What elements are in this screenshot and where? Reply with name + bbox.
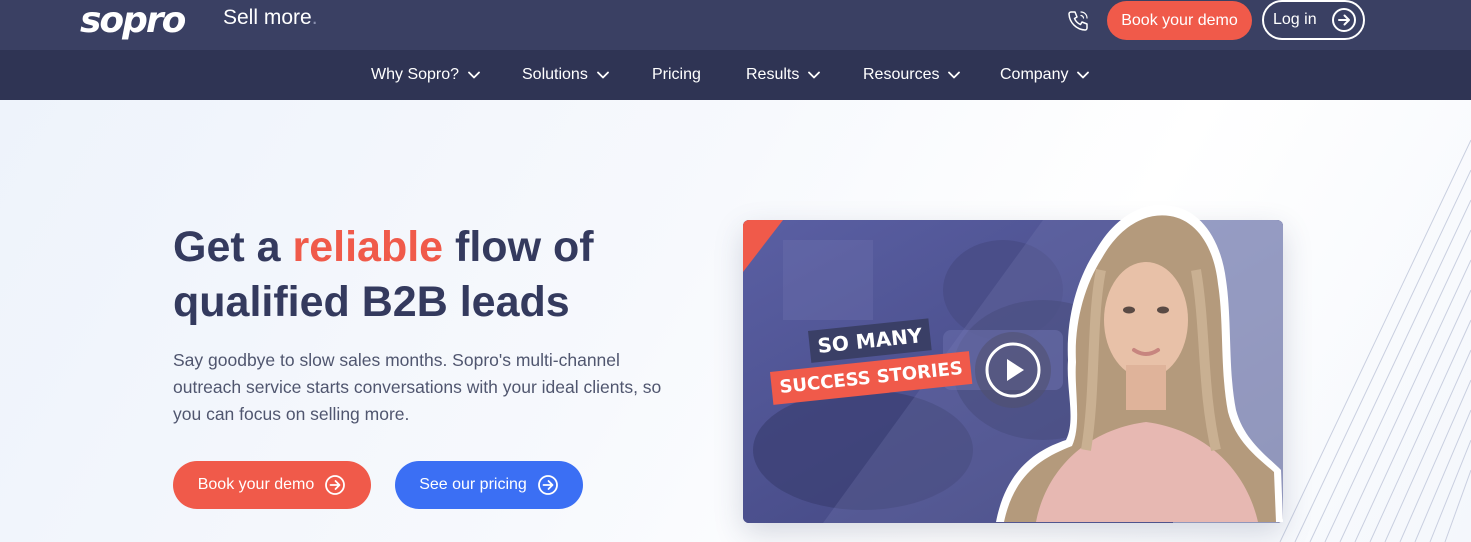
see-pricing-label: See our pricing <box>419 476 527 493</box>
nav-label: Company <box>1000 66 1069 83</box>
hero-section: Get a reliable flow of qualified B2B lea… <box>0 100 1471 542</box>
top-header: sopro Sell more. Book your demo Log in <box>0 0 1471 50</box>
arrow-right-circle-icon <box>325 475 346 495</box>
nav-item-resources[interactable]: Resources <box>863 66 961 84</box>
chevron-down-icon <box>808 71 821 79</box>
phone-icon[interactable] <box>1066 9 1090 33</box>
arrow-right-circle-icon <box>537 475 558 495</box>
chevron-down-icon <box>468 71 480 79</box>
nav-item-why-sopro[interactable]: Why Sopro? <box>371 66 480 84</box>
nav-label: Resources <box>863 66 940 83</box>
arrow-right-circle-icon <box>1331 7 1357 38</box>
login-label: Log in <box>1273 11 1317 28</box>
tagline: Sell more. <box>223 6 318 30</box>
headline-accent: reliable <box>292 223 444 271</box>
nav-label: Pricing <box>652 66 701 83</box>
nav-item-solutions[interactable]: Solutions <box>522 66 609 84</box>
headline-part2: flow of <box>443 223 594 271</box>
logo-text: sopro <box>80 0 186 41</box>
book-demo-button[interactable]: Book your demo <box>173 461 371 509</box>
headline-line2: qualified B2B leads <box>173 278 570 326</box>
book-demo-header-button[interactable]: Book your demo <box>1107 1 1252 40</box>
nav-label: Solutions <box>522 66 588 83</box>
hero-headline: Get a reliable flow of qualified B2B lea… <box>173 220 594 330</box>
login-button[interactable]: Log in <box>1262 0 1365 40</box>
tagline-text: Sell more <box>223 6 312 29</box>
headline-part1: Get a <box>173 223 293 271</box>
play-button[interactable] <box>975 332 1051 408</box>
play-icon <box>985 342 1041 398</box>
nav-item-company[interactable]: Company <box>1000 66 1090 84</box>
chevron-down-icon <box>1077 71 1090 79</box>
main-nav: Why Sopro? Solutions Pricing Results Res… <box>0 50 1471 100</box>
sopro-logo[interactable]: sopro <box>80 0 186 42</box>
tagline-dot: . <box>311 6 318 29</box>
nav-item-results[interactable]: Results <box>746 66 821 84</box>
see-pricing-button[interactable]: See our pricing <box>395 461 583 509</box>
book-demo-label: Book your demo <box>197 476 315 493</box>
chevron-down-icon <box>948 71 961 79</box>
hero-subtext: Say goodbye to slow sales months. Sopro'… <box>173 350 662 424</box>
chevron-down-icon <box>596 71 609 79</box>
nav-label: Why Sopro? <box>371 66 460 83</box>
nav-item-pricing[interactable]: Pricing <box>652 66 701 84</box>
nav-label: Results <box>746 66 800 83</box>
